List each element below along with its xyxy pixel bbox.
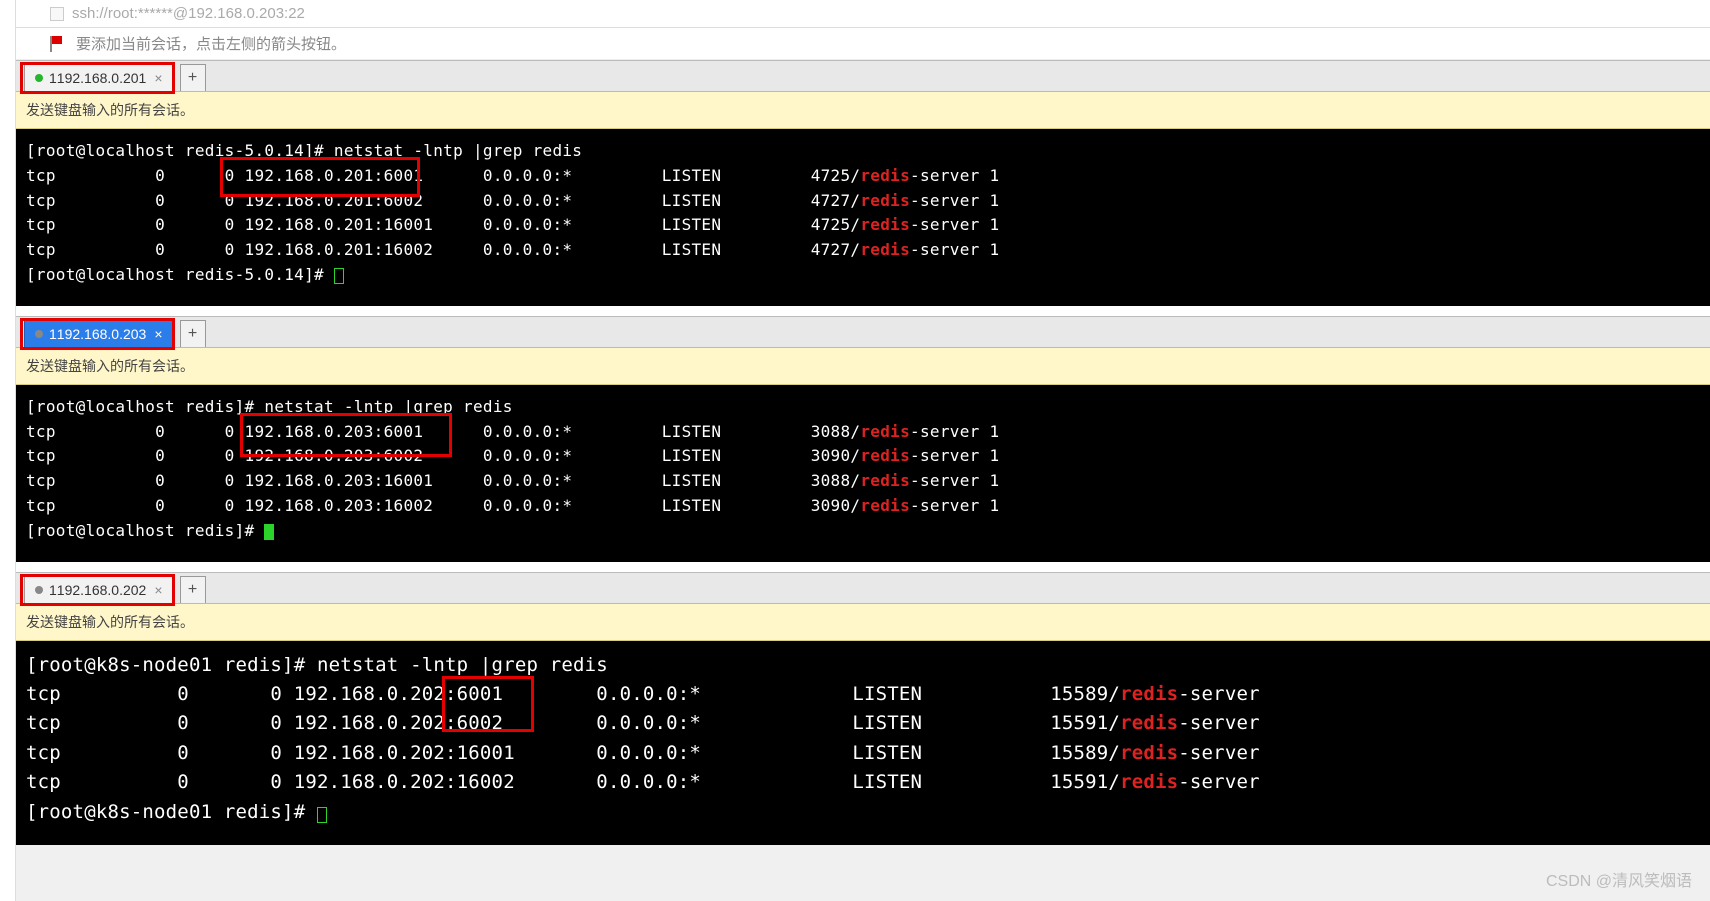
session-tab[interactable]: 1 192.168.0.202×: [24, 576, 174, 603]
broadcast-notice: 发送键盘输入的所有会话。: [16, 604, 1710, 641]
flag-icon: [50, 36, 66, 52]
annotation-box: [442, 676, 534, 732]
cursor-icon: [334, 268, 344, 284]
annotation-box: [240, 413, 452, 457]
pane-gap: [16, 306, 1710, 316]
hint-bar: 要添加当前会话，点击左侧的箭头按钮。: [16, 28, 1710, 60]
tab-index: 1: [49, 582, 57, 598]
add-tab-button[interactable]: +: [180, 576, 206, 603]
add-tab-button[interactable]: +: [180, 320, 206, 347]
annotation-box: [220, 157, 420, 197]
pane-gap: [16, 562, 1710, 572]
terminal[interactable]: [root@localhost redis]# netstat -lntp |g…: [16, 385, 1710, 562]
cursor-icon: [317, 807, 327, 823]
left-gutter: [0, 0, 16, 901]
tab-label: 192.168.0.203: [57, 326, 147, 342]
close-icon[interactable]: ×: [146, 326, 162, 342]
status-dot-icon: [35, 74, 43, 82]
broadcast-notice: 发送键盘输入的所有会话。: [16, 92, 1710, 129]
terminal[interactable]: [root@k8s-node01 redis]# netstat -lntp |…: [16, 641, 1710, 846]
tabbar: 1 192.168.0.201×+: [16, 60, 1710, 92]
cursor-icon: [264, 524, 274, 540]
broadcast-notice: 发送键盘输入的所有会话。: [16, 348, 1710, 385]
session-tab[interactable]: 1 192.168.0.203×: [24, 320, 174, 347]
status-dot-icon: [35, 330, 43, 338]
close-icon[interactable]: ×: [146, 70, 162, 86]
tab-label: 192.168.0.202: [57, 582, 147, 598]
tabbar: 1 192.168.0.202×+: [16, 572, 1710, 604]
tab-index: 1: [49, 70, 57, 86]
address-text: ssh://root:******@192.168.0.203:22: [72, 5, 305, 22]
watermark: CSDN @清风笑烟语: [1546, 867, 1692, 891]
tab-label: 192.168.0.201: [57, 70, 147, 86]
ssh-icon: [50, 7, 64, 21]
tabbar: 1 192.168.0.203×+: [16, 316, 1710, 348]
terminal[interactable]: [root@localhost redis-5.0.14]# netstat -…: [16, 129, 1710, 306]
add-tab-button[interactable]: +: [180, 64, 206, 91]
tab-index: 1: [49, 326, 57, 342]
close-icon[interactable]: ×: [146, 582, 162, 598]
address-bar[interactable]: ssh://root:******@192.168.0.203:22: [16, 0, 1710, 28]
status-dot-icon: [35, 586, 43, 594]
session-tab[interactable]: 1 192.168.0.201×: [24, 64, 174, 91]
hint-text: 要添加当前会话，点击左侧的箭头按钮。: [76, 33, 346, 54]
